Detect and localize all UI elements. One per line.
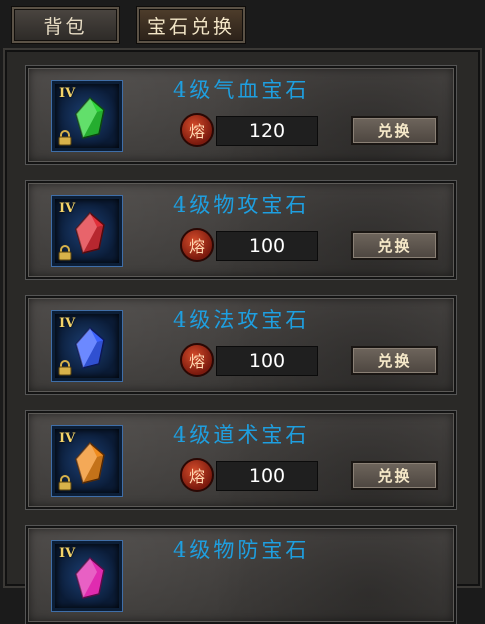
gem-exchange-card: IV 4级道术宝石 熔 100 兑换 [26,411,456,509]
lock-icon [58,245,72,261]
cost-value: 120 [216,116,318,146]
tab-gem-exchange[interactable]: 宝石兑换 [137,7,245,43]
tab-bar: 背包 宝石兑换 [0,0,485,48]
gem-exchange-panel: IV 4级气血宝石 熔 120 兑换 IV 4级物攻宝石 熔 100 兑换 IV… [3,48,482,624]
gem-slot[interactable]: IV [52,81,122,151]
fuse-glyph: 熔 [188,122,205,141]
red-gem-icon [75,211,105,254]
exchange-button[interactable]: 兑换 [351,461,438,490]
exchange-button[interactable]: 兑换 [351,231,438,260]
gem-exchange-card: IV 4级物攻宝石 熔 100 兑换 [26,181,456,279]
gem-exchange-card: IV 4级物防宝石 [26,526,456,624]
fuse-glyph: 熔 [188,237,205,256]
cost-value: 100 [216,346,318,376]
green-gem-icon [75,96,105,139]
pink-gem-icon [75,556,105,599]
fuse-currency-icon: 熔 [180,343,214,377]
lock-icon [58,130,72,146]
gem-exchange-card: IV 4级法攻宝石 熔 100 兑换 [26,296,456,394]
cost-value: 100 [216,461,318,491]
gem-exchange-card: IV 4级气血宝石 熔 120 兑换 [26,66,456,164]
lock-icon [58,475,72,491]
gem-name: 4级气血宝石 [173,78,310,102]
tab-backpack[interactable]: 背包 [12,7,119,43]
fuse-currency-icon: 熔 [180,113,214,147]
fuse-currency-icon: 熔 [180,228,214,262]
lock-icon [58,360,72,376]
fuse-currency-icon: 熔 [180,458,214,492]
gem-slot[interactable]: IV [52,426,122,496]
gem-slot[interactable]: IV [52,541,122,611]
fuse-glyph: 熔 [188,467,205,486]
gem-name: 4级法攻宝石 [173,308,310,332]
gem-slot[interactable]: IV [52,311,122,381]
cost-value: 100 [216,231,318,261]
orange-gem-icon [75,441,105,484]
exchange-button[interactable]: 兑换 [351,116,438,145]
gem-name: 4级物攻宝石 [173,193,310,217]
gem-slot[interactable]: IV [52,196,122,266]
gem-name: 4级道术宝石 [173,423,310,447]
fuse-glyph: 熔 [188,352,205,371]
blue-gem-icon [75,326,105,369]
gem-name: 4级物防宝石 [173,538,310,562]
exchange-button[interactable]: 兑换 [351,346,438,375]
